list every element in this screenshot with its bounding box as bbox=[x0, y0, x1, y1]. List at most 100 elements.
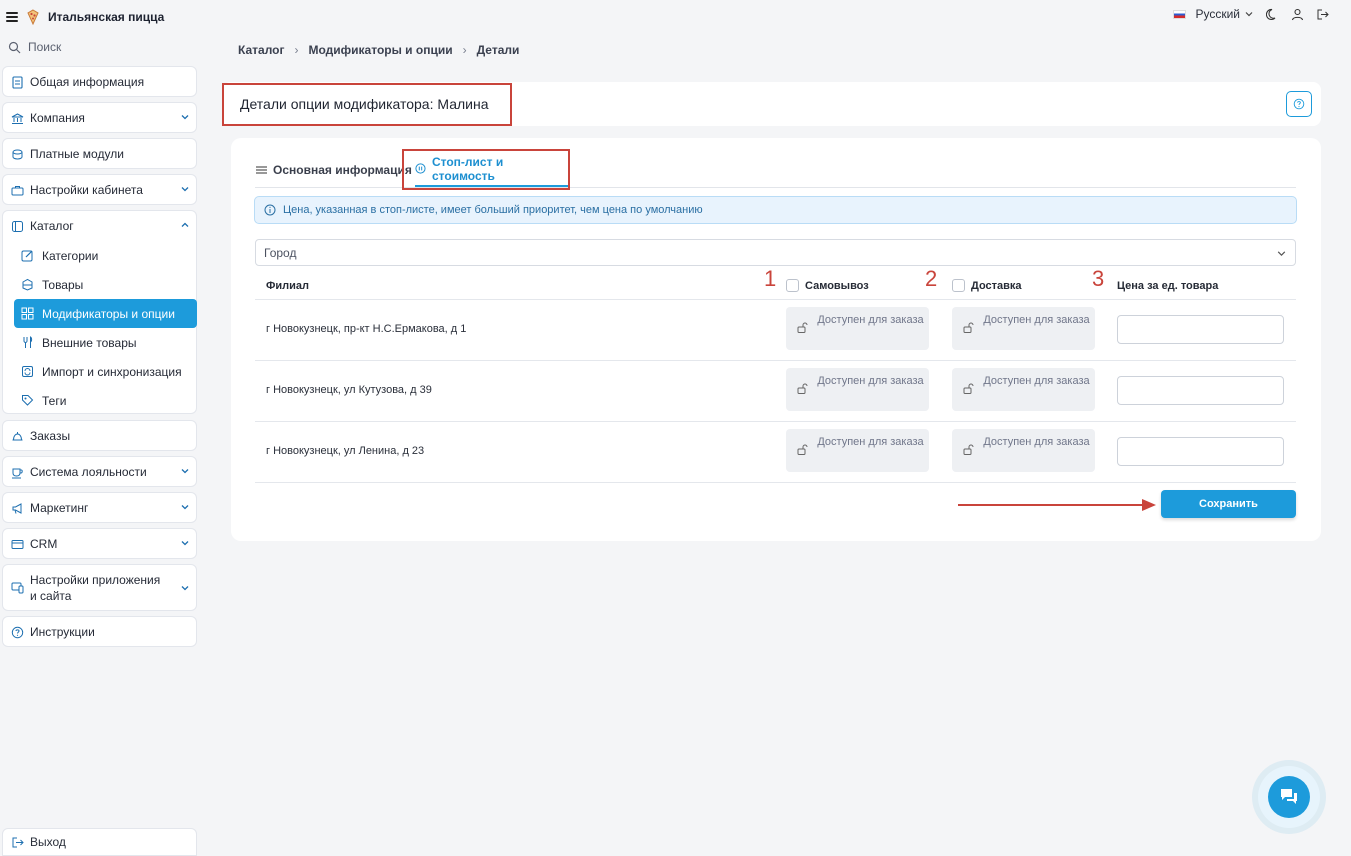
unlock-icon bbox=[797, 383, 808, 394]
sidebar-item-label: Компания bbox=[30, 111, 85, 125]
sidebar-item-app-settings[interactable]: Настройки приложения и сайта bbox=[2, 564, 197, 611]
stoplist-card: Основная информация Стоп-лист и стоимост… bbox=[231, 138, 1321, 541]
sidebar-item-label: Теги bbox=[42, 393, 67, 408]
help-button[interactable] bbox=[1286, 91, 1312, 117]
annotation-highlight-title bbox=[222, 83, 512, 126]
fork-knife-icon bbox=[23, 336, 33, 348]
chat-button-inner bbox=[1268, 776, 1310, 818]
delivery-availability-toggle[interactable]: Доступен для заказа bbox=[952, 307, 1095, 350]
price-input[interactable] bbox=[1117, 315, 1284, 344]
sidebar-item-company[interactable]: Компания bbox=[2, 102, 197, 133]
pickup-availability-toggle[interactable]: Доступен для заказа bbox=[786, 429, 929, 472]
sidebar-item-paid-modules[interactable]: Платные модули bbox=[2, 138, 197, 169]
column-header-pickup: Самовывоз bbox=[786, 271, 869, 300]
language-select[interactable]: Русский bbox=[1173, 7, 1254, 21]
topbar-actions: Русский bbox=[1173, 7, 1329, 21]
pickup-availability-toggle[interactable]: Доступен для заказа bbox=[786, 368, 929, 411]
sidebar-item-label: CRM bbox=[30, 537, 58, 551]
sidebar-item-label: Заказы bbox=[30, 429, 71, 443]
question-icon bbox=[11, 626, 24, 638]
save-button[interactable]: Сохранить bbox=[1161, 490, 1296, 518]
chevron-down-icon bbox=[181, 541, 189, 546]
chat-icon bbox=[1281, 789, 1297, 804]
sidebar-item-products[interactable]: Товары bbox=[3, 270, 196, 299]
coins-icon bbox=[12, 149, 23, 160]
sidebar-item-orders[interactable]: Заказы bbox=[2, 420, 197, 451]
price-input[interactable] bbox=[1117, 376, 1284, 405]
moon-icon[interactable] bbox=[1266, 8, 1279, 21]
info-icon bbox=[264, 204, 276, 216]
card-icon bbox=[11, 539, 24, 549]
search-icon bbox=[8, 41, 21, 53]
availability-label: Доступен для заказа bbox=[983, 375, 1090, 387]
sidebar-item-catalog[interactable]: Каталог bbox=[3, 211, 196, 241]
annotation-highlight-tab bbox=[402, 149, 570, 190]
delivery-header-label: Доставка bbox=[971, 279, 1022, 292]
breadcrumb-catalog[interactable]: Каталог bbox=[238, 43, 285, 57]
unlock-icon bbox=[963, 383, 974, 394]
breadcrumb-separator: › bbox=[294, 43, 299, 57]
breadcrumb-details: Детали bbox=[476, 43, 520, 57]
table-row: г Новокузнецк, ул Ленина, д 23 Доступен … bbox=[255, 422, 1296, 483]
sidebar-item-external-products[interactable]: Внешние товары bbox=[3, 328, 196, 357]
breadcrumb-modifiers[interactable]: Модификаторы и опции bbox=[309, 43, 453, 57]
price-input[interactable] bbox=[1117, 437, 1284, 466]
chevron-down-icon bbox=[181, 586, 189, 591]
sidebar-item-label: Настройки кабинета bbox=[30, 183, 143, 197]
sidebar-item-label: Внешние товары bbox=[42, 335, 137, 350]
sidebar-item-import-sync[interactable]: Импорт и синхронизация bbox=[3, 357, 196, 386]
logout-button[interactable]: Выход bbox=[2, 828, 197, 856]
devices-icon bbox=[11, 582, 24, 594]
alert-text: Цена, указанная в стоп-листе, имеет боль… bbox=[283, 204, 703, 216]
tab-basic-info[interactable]: Основная информация bbox=[256, 152, 412, 187]
availability-label: Доступен для заказа bbox=[983, 436, 1090, 448]
chevron-down-icon bbox=[1245, 12, 1253, 17]
app-name: Итальянская пицца bbox=[48, 10, 165, 24]
logout-label: Выход bbox=[30, 835, 66, 849]
sidebar-item-loyalty[interactable]: Система лояльности bbox=[2, 456, 197, 487]
sidebar-item-categories[interactable]: Категории bbox=[3, 241, 196, 270]
delivery-availability-toggle[interactable]: Доступен для заказа bbox=[952, 429, 1095, 472]
sidebar-group-catalog: Каталог Категории Товары Модификаторы и … bbox=[2, 210, 197, 414]
branch-name: г Новокузнецк, ул Ленина, д 23 bbox=[266, 445, 425, 457]
sidebar: Итальянская пицца Поиск Общая информация… bbox=[0, 0, 200, 856]
column-header-price: Цена за ед. товара bbox=[1117, 279, 1219, 292]
edit-icon bbox=[21, 250, 33, 262]
pickup-availability-toggle[interactable]: Доступен для заказа bbox=[786, 307, 929, 350]
availability-label: Доступен для заказа bbox=[817, 375, 924, 387]
bank-icon bbox=[11, 112, 24, 124]
column-header-branch: Филиал bbox=[266, 279, 310, 292]
city-select-value: Город bbox=[264, 245, 297, 260]
menu-icon[interactable] bbox=[6, 12, 18, 22]
sidebar-item-label: Общая информация bbox=[30, 75, 145, 89]
chevron-down-icon bbox=[181, 505, 189, 510]
tab-label: Основная информация bbox=[273, 162, 412, 177]
sidebar-item-crm[interactable]: CRM bbox=[2, 528, 197, 559]
sidebar-item-marketing[interactable]: Маркетинг bbox=[2, 492, 197, 523]
unlock-icon bbox=[797, 444, 808, 455]
logout-icon[interactable] bbox=[1316, 8, 1329, 21]
delivery-select-all-checkbox[interactable] bbox=[952, 279, 965, 292]
unlock-icon bbox=[963, 444, 974, 455]
user-icon[interactable] bbox=[1291, 8, 1304, 21]
sidebar-item-label: Инструкции bbox=[30, 625, 95, 639]
sidebar-item-cabinet-settings[interactable]: Настройки кабинета bbox=[2, 174, 197, 205]
sidebar-item-modifiers[interactable]: Модификаторы и опции bbox=[14, 299, 197, 328]
chat-button[interactable] bbox=[1258, 766, 1320, 828]
language-label: Русский bbox=[1195, 7, 1240, 21]
sidebar-item-instructions[interactable]: Инструкции bbox=[2, 616, 197, 647]
sidebar-item-general[interactable]: Общая информация bbox=[2, 66, 197, 97]
document-icon bbox=[12, 75, 23, 89]
sidebar-item-label: Каталог bbox=[30, 219, 74, 233]
table-header: Филиал Самовывоз Доставка Цена за ед. то… bbox=[255, 271, 1296, 300]
delivery-availability-toggle[interactable]: Доступен для заказа bbox=[952, 368, 1095, 411]
chevron-down-icon bbox=[1277, 251, 1286, 257]
availability-label: Доступен для заказа bbox=[817, 436, 924, 448]
cup-icon bbox=[12, 468, 23, 478]
breadcrumb: Каталог › Модификаторы и опции › Детали bbox=[238, 43, 519, 57]
city-select[interactable]: Город bbox=[255, 239, 1296, 266]
branch-name: г Новокузнецк, пр-кт Н.С.Ермакова, д 1 bbox=[266, 323, 467, 335]
sidebar-item-tags[interactable]: Теги bbox=[3, 386, 196, 415]
sidebar-search[interactable]: Поиск bbox=[8, 40, 61, 54]
pickup-select-all-checkbox[interactable] bbox=[786, 279, 799, 292]
